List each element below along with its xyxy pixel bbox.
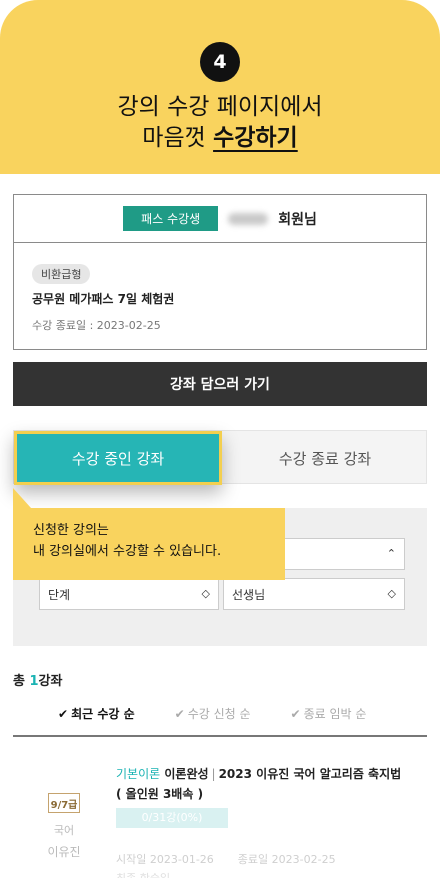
- course-title[interactable]: 기본이론 이론완성 | 2023 이유진 국어 알고리즘 축지법 ( 올인원 3배속…: [116, 764, 421, 804]
- tab-active-courses[interactable]: 수강 중인 강좌: [14, 431, 222, 485]
- course-category: 기본이론: [116, 767, 161, 781]
- level-select-label: 단계: [48, 587, 71, 602]
- course-dates: 시작일 2023-01-26 종료일 2023-02-25: [116, 851, 336, 867]
- progress-text: 0/31강(0%): [141, 811, 203, 824]
- course-name: 2023 이유진 국어 알고리즘 축지법: [218, 767, 402, 781]
- tooltip-tail: [13, 488, 31, 508]
- member-card-header: 패스 수강생 회원님: [14, 195, 426, 243]
- title-separator: |: [211, 767, 216, 781]
- check-icon: ✔: [174, 706, 185, 721]
- level-select[interactable]: 단계 ◇: [39, 578, 219, 610]
- tooltip-line1: 신청한 강의는: [33, 523, 109, 538]
- check-icon: ✔: [58, 706, 69, 721]
- pass-student-badge: 패스 수강생: [123, 206, 219, 231]
- course-tabs: 수강 종료 강좌 수강 중인 강좌: [13, 430, 428, 485]
- tooltip-line2: 내 강의실에서 수강할 수 있습니다.: [33, 544, 222, 559]
- headline: 강의 수강 페이지에서 마음껏 수강하기: [0, 92, 440, 154]
- chevron-updown-icon: ⌃: [386, 547, 396, 560]
- member-suffix: 회원님: [278, 211, 317, 228]
- chevron-updown-icon: ◇: [387, 587, 396, 600]
- course-start-date: 시작일 2023-01-26: [116, 853, 214, 866]
- sort-recent-label: 최근 수강 순: [71, 707, 135, 721]
- total-prefix: 총: [13, 674, 25, 689]
- list-divider: [13, 735, 427, 737]
- guide-tooltip: 신청한 강의는 내 강의실에서 수강할 수 있습니다.: [13, 508, 285, 580]
- member-card: 패스 수강생 회원님 비환급형 공무원 메가패스 7일 체험권 수강 종료일 :…: [13, 194, 427, 350]
- teacher-select[interactable]: 선생님 ◇: [223, 578, 405, 610]
- total-suffix: 강좌: [38, 674, 63, 689]
- headline-line2: 마음껏 수강하기: [0, 123, 440, 154]
- pass-end-date: 수강 종료일 : 2023-02-25: [32, 319, 161, 332]
- sort-enrolled-label: 수강 신청 순: [187, 707, 251, 721]
- headline-line1: 강의 수강 페이지에서: [117, 94, 323, 120]
- add-course-button[interactable]: 강좌 담으러 가기: [13, 362, 427, 406]
- step-number-badge: 4: [200, 42, 240, 82]
- sort-enrolled[interactable]: ✔ 수강 신청 순: [175, 705, 251, 722]
- course-end-date: 종료일 2023-02-25: [237, 853, 336, 866]
- teacher-select-label: 선생님: [232, 587, 266, 602]
- chevron-updown-icon: ◇: [201, 587, 210, 600]
- total-count: 1: [29, 674, 39, 689]
- level-badge: 9/7급: [48, 793, 80, 813]
- blurred-member-name: [228, 212, 269, 225]
- sort-ending-label: 종료 임박 순: [303, 707, 367, 721]
- sort-recent[interactable]: ✔ 최근 수강 순: [58, 705, 135, 722]
- course-status: 이론완성: [164, 767, 209, 781]
- course-teacher: 이유진: [47, 845, 81, 859]
- course-subject: 국어: [53, 824, 75, 837]
- headline-line2-bold: 수강하기: [213, 125, 298, 151]
- course-last-study: 최종 학습일: [116, 870, 170, 878]
- headline-line2-plain: 마음껏: [142, 125, 214, 151]
- course-list-item[interactable]: 9/7급 국어 이유진 기본이론 이론완성 | 2023 이유진 국어 알고리즘 축…: [13, 760, 427, 878]
- refund-type-badge: 비환급형: [32, 264, 91, 284]
- tab-ended-courses[interactable]: 수강 종료 강좌: [222, 431, 428, 485]
- total-course-count: 총 1강좌: [13, 670, 62, 689]
- pass-name: 공무원 메가패스 7일 체험권: [32, 292, 175, 306]
- member-card-body: 비환급형 공무원 메가패스 7일 체험권 수강 종료일 : 2023-02-25: [14, 243, 426, 353]
- promo-header: 4 강의 수강 페이지에서 마음껏 수강하기: [0, 0, 440, 174]
- sort-ending[interactable]: ✔ 종료 임박 순: [291, 705, 367, 722]
- course-subtitle: ( 올인원 3배속 ): [116, 787, 204, 801]
- course-progress-bar: 0/31강(0%): [116, 808, 228, 828]
- sort-options: ✔ 최근 수강 순 ✔ 수강 신청 순 ✔ 종료 임박 순: [58, 705, 366, 722]
- check-icon: ✔: [290, 706, 301, 721]
